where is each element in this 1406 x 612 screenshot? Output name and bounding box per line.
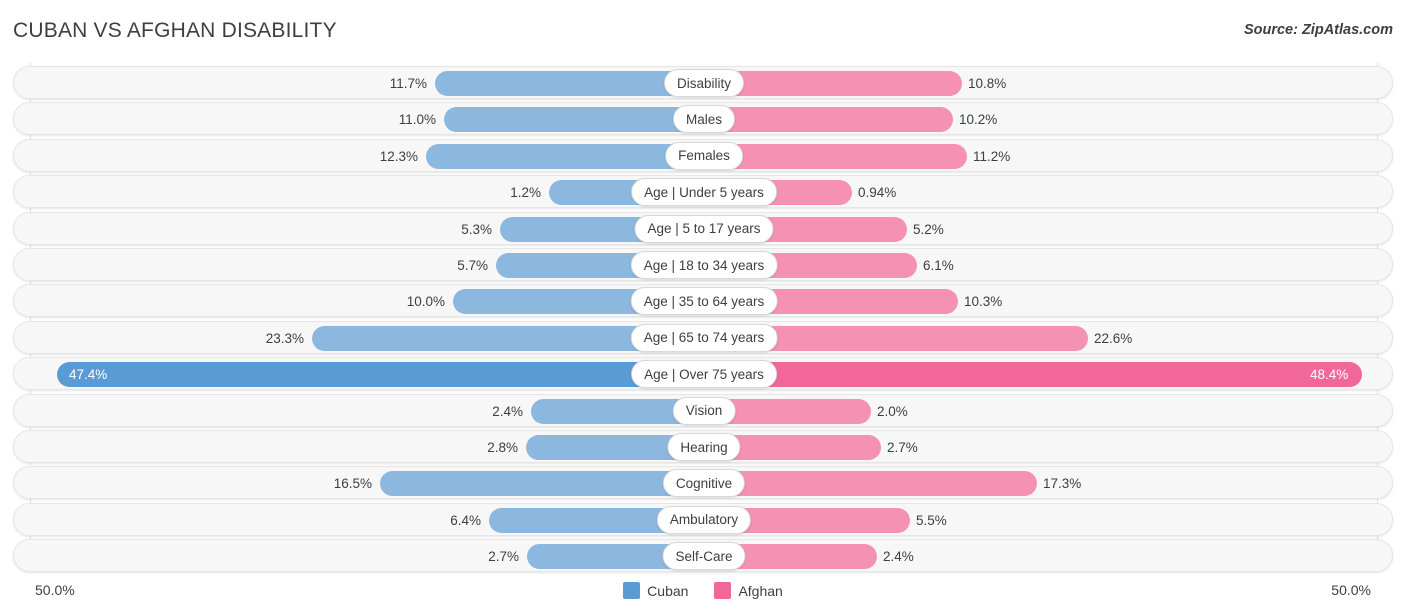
category-label: Age | 65 to 74 years xyxy=(630,323,778,352)
value-label-cuban: 10.0% xyxy=(406,294,445,310)
value-label-afghan: 0.94% xyxy=(858,185,897,201)
value-label-cuban: 11.7% xyxy=(389,76,427,91)
chart-legend: Cuban Afghan xyxy=(0,582,1406,599)
legend-label: Afghan xyxy=(738,582,783,599)
category-label: Ambulatory xyxy=(656,505,752,534)
value-label-cuban: 5.3% xyxy=(461,221,492,237)
table-row[interactable]: 12.3% 11.2% Females xyxy=(13,138,1393,172)
category-label: Age | Over 75 years xyxy=(631,360,777,389)
value-label-cuban: 16.5% xyxy=(333,476,372,492)
value-label-afghan: 22.6% xyxy=(1094,330,1133,346)
value-label-afghan: 11.2% xyxy=(973,148,1011,164)
legend-item[interactable]: Cuban xyxy=(623,582,688,599)
value-label-afghan: 10.2% xyxy=(959,112,998,128)
bar-cuban xyxy=(380,471,704,497)
table-row[interactable]: 2.4% 2.0% Vision xyxy=(13,393,1393,427)
value-label-cuban: 1.2% xyxy=(510,185,541,201)
value-label-cuban: 5.7% xyxy=(457,258,488,273)
table-row[interactable]: 10.0% 10.3% Age | 35 to 64 years xyxy=(13,284,1393,318)
table-row[interactable]: 16.5% 17.3% Cognitive xyxy=(13,466,1393,500)
value-label-afghan: 2.4% xyxy=(883,549,914,565)
legend-swatch-icon xyxy=(714,582,732,599)
legend-swatch-icon xyxy=(623,582,641,599)
table-row[interactable]: 2.7% 2.4% Self-Care xyxy=(13,539,1393,573)
category-label: Females xyxy=(665,141,743,170)
table-row[interactable]: 5.7% 6.1% Age | 18 to 34 years xyxy=(13,248,1393,281)
table-row[interactable]: 6.4% 5.5% Ambulatory xyxy=(13,502,1393,536)
value-label-afghan: 10.8% xyxy=(968,76,1007,91)
value-label-afghan: 2.0% xyxy=(877,403,908,419)
value-label-afghan: 5.2% xyxy=(913,221,944,237)
value-label-cuban: 47.4% xyxy=(69,367,108,383)
value-label-cuban: 23.3% xyxy=(265,330,304,346)
value-label-cuban: 2.8% xyxy=(487,440,518,455)
value-label-cuban: 6.4% xyxy=(450,512,481,528)
value-label-cuban: 12.3% xyxy=(379,148,418,164)
diverging-bar-plot: 11.7% 10.8% Disability 11.0% 10.2% Males 12.3%… xyxy=(0,62,1406,574)
value-label-afghan: 2.7% xyxy=(887,440,918,455)
value-label-cuban: 2.7% xyxy=(488,549,519,565)
table-row[interactable]: 23.3% 22.6% Age | 65 to 74 years xyxy=(13,320,1393,354)
value-label-cuban: 2.4% xyxy=(492,403,523,419)
table-row[interactable]: 11.0% 10.2% Males xyxy=(13,102,1393,136)
category-label: Hearing xyxy=(667,433,741,461)
category-label: Age | 35 to 64 years xyxy=(630,287,778,316)
chart-header: CUBAN VS AFGHAN DISABILITY Source: ZipAt… xyxy=(0,0,1406,58)
bar-afghan xyxy=(704,143,967,169)
value-label-cuban: 11.0% xyxy=(398,112,436,128)
category-label: Cognitive xyxy=(662,469,746,498)
value-label-afghan: 17.3% xyxy=(1043,476,1082,492)
category-label: Males xyxy=(672,105,736,134)
category-label: Self-Care xyxy=(662,542,746,571)
page-title: CUBAN VS AFGHAN DISABILITY xyxy=(13,19,337,42)
table-row[interactable]: 11.7% 10.8% Disability xyxy=(13,66,1393,99)
bar-afghan xyxy=(704,107,953,133)
bar-afghan xyxy=(704,471,1037,497)
chart-page: CUBAN VS AFGHAN DISABILITY Source: ZipAt… xyxy=(0,0,1406,612)
table-row[interactable]: 2.8% 2.7% Hearing xyxy=(13,430,1393,463)
category-label: Age | 18 to 34 years xyxy=(630,251,778,279)
source-attribution: Source: ZipAtlas.com xyxy=(1243,22,1393,38)
bar-afghan xyxy=(704,362,1362,388)
chart-footer: 50.0% 50.0% Cuban Afghan xyxy=(0,574,1406,612)
legend-label: Cuban xyxy=(647,582,689,599)
value-label-afghan: 6.1% xyxy=(923,258,954,273)
table-row[interactable]: 5.3% 5.2% Age | 5 to 17 years xyxy=(13,211,1393,245)
category-label: Age | Under 5 years xyxy=(631,178,777,207)
value-label-afghan: 5.5% xyxy=(916,512,947,528)
category-label: Vision xyxy=(672,396,736,425)
table-row[interactable]: 47.4% 48.4% Age | Over 75 years xyxy=(13,357,1393,391)
bar-cuban xyxy=(426,143,704,169)
legend-item[interactable]: Afghan xyxy=(714,582,783,599)
value-label-afghan: 10.3% xyxy=(964,294,1003,310)
table-row[interactable]: 1.2% 0.94% Age | Under 5 years xyxy=(13,175,1393,209)
category-label: Age | 5 to 17 years xyxy=(634,214,774,243)
value-label-afghan: 48.4% xyxy=(1310,367,1349,383)
category-label: Disability xyxy=(663,69,745,97)
bar-cuban xyxy=(57,362,704,388)
bar-cuban xyxy=(444,107,704,133)
